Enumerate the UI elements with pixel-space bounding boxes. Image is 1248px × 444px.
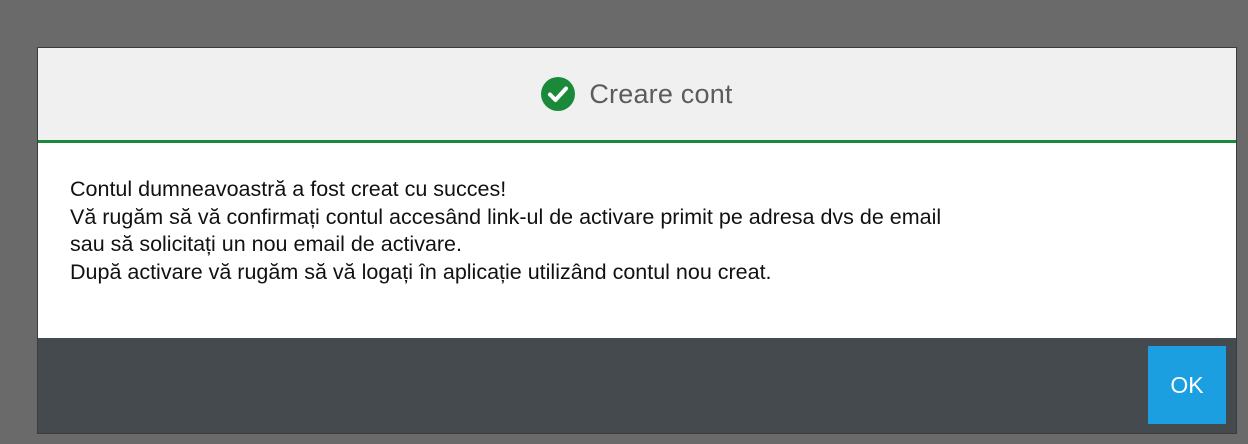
ok-button[interactable]: OK [1148,346,1226,424]
message-line: Vă rugăm să vă confirmați contul accesân… [70,204,942,229]
dialog-message: Contul dumneavoastră a fost creat cu suc… [70,176,1220,286]
dialog-title: Creare cont [589,78,733,109]
dialog-footer: OK [38,338,1236,433]
message-line: După activare vă rugăm să vă logați în a… [70,259,772,284]
check-circle-icon [541,77,576,111]
message-line: Contul dumneavoastră a fost creat cu suc… [70,177,507,201]
dialog-header: Creare cont [38,48,1236,143]
message-line: sau să solicitați un nou email de activa… [70,232,462,256]
account-created-dialog: Creare cont Contul dumneavoastră a fost … [37,47,1237,434]
